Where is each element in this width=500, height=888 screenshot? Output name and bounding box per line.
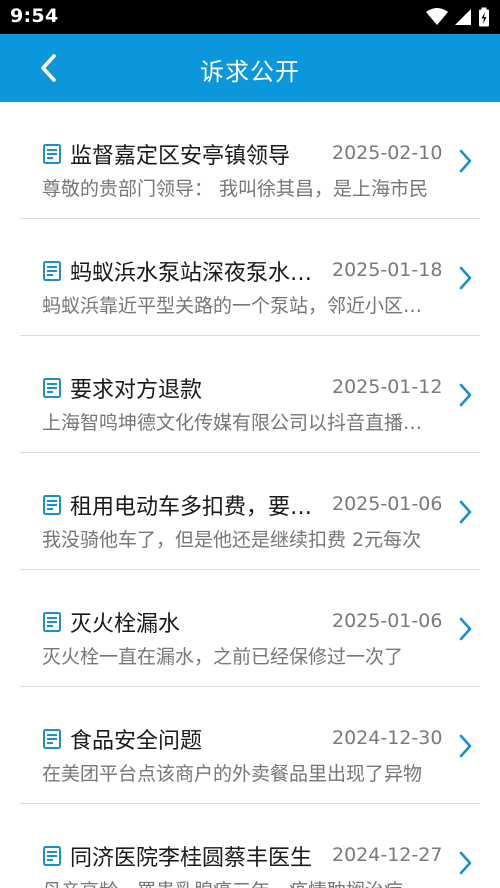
chevron-right-icon — [459, 851, 472, 875]
document-icon — [43, 261, 61, 281]
document-icon — [43, 495, 61, 515]
item-date: 2025-01-06 — [332, 493, 443, 515]
document-icon — [43, 144, 61, 164]
item-title: 蚂蚁浜水泵站深夜泵水噪音 — [70, 261, 322, 286]
document-icon — [43, 378, 61, 398]
item-summary: 我没骑他车了，但是他还是继续扣费 2元每次 — [42, 529, 422, 551]
list-item[interactable]: 监督嘉定区安亭镇领导 2025-02-10 尊敬的贵部门领导： 我叫徐其昌，是上… — [20, 102, 480, 219]
document-icon — [43, 846, 61, 866]
item-date: 2025-01-12 — [332, 376, 443, 398]
app-bar: 诉求公开 — [0, 34, 500, 102]
chevron-right-icon — [459, 383, 472, 407]
status-icons — [426, 6, 490, 28]
list-item[interactable]: 要求对方退款 2025-01-12 上海智鸣坤德文化传媒有限公司以抖音直播为名 — [20, 336, 480, 453]
item-date: 2025-02-10 — [332, 142, 443, 164]
item-title: 租用电动车多扣费，要求退款 — [70, 495, 322, 520]
item-summary: 蚂蚁浜靠近平型关路的一个泵站，邻近小区居民 — [42, 295, 436, 317]
item-title: 要求对方退款 — [70, 378, 203, 403]
chevron-right-icon — [459, 617, 472, 641]
item-summary: 母亲高龄，罹患乳腺癌三年，疫情耽搁治疗 — [42, 876, 436, 888]
status-bar: 9:54 — [0, 0, 500, 34]
chevron-right-icon — [459, 149, 472, 173]
item-date: 2025-01-06 — [332, 610, 443, 632]
list-item[interactable]: 蚂蚁浜水泵站深夜泵水噪音 2025-01-18 蚂蚁浜靠近平型关路的一个泵站，邻… — [20, 219, 480, 336]
wifi-icon — [426, 8, 448, 25]
item-title: 监督嘉定区安亭镇领导 — [70, 144, 291, 169]
chevron-right-icon — [459, 500, 472, 524]
item-date: 2024-12-27 — [332, 844, 443, 866]
item-summary: 尊敬的贵部门领导： 我叫徐其昌，是上海市民 — [42, 178, 429, 200]
item-date: 2024-12-30 — [332, 727, 443, 749]
status-time: 9:54 — [10, 5, 59, 27]
document-icon — [43, 612, 61, 632]
page-title: 诉求公开 — [200, 58, 300, 86]
list-item[interactable]: 灭火栓漏水 2025-01-06 灭火栓一直在漏水，之前已经保修过一次了 — [20, 570, 480, 687]
item-summary: 上海智鸣坤德文化传媒有限公司以抖音直播为名 — [42, 412, 436, 434]
item-date: 2025-01-18 — [332, 259, 443, 281]
item-summary: 在美团平台点该商户的外卖餐品里出现了异物 — [42, 763, 423, 785]
document-icon — [43, 729, 61, 749]
item-title: 同济医院李桂圆蔡丰医生 — [70, 846, 313, 871]
list-item[interactable]: 租用电动车多扣费，要求退款 2025-01-06 我没骑他车了，但是他还是继续扣… — [20, 453, 480, 570]
list-item[interactable]: 同济医院李桂圆蔡丰医生 2024-12-27 母亲高龄，罹患乳腺癌三年，疫情耽搁… — [20, 804, 480, 888]
item-title: 灭火栓漏水 — [70, 612, 181, 637]
battery-icon — [479, 7, 489, 27]
signal-icon — [455, 9, 471, 25]
appeal-list: 监督嘉定区安亭镇领导 2025-02-10 尊敬的贵部门领导： 我叫徐其昌，是上… — [0, 102, 500, 888]
item-title: 食品安全问题 — [70, 729, 203, 754]
item-summary: 灭火栓一直在漏水，之前已经保修过一次了 — [42, 646, 404, 668]
chevron-right-icon — [459, 266, 472, 290]
chevron-right-icon — [459, 734, 472, 758]
list-item[interactable]: 食品安全问题 2024-12-30 在美团平台点该商户的外卖餐品里出现了异物 — [20, 687, 480, 804]
